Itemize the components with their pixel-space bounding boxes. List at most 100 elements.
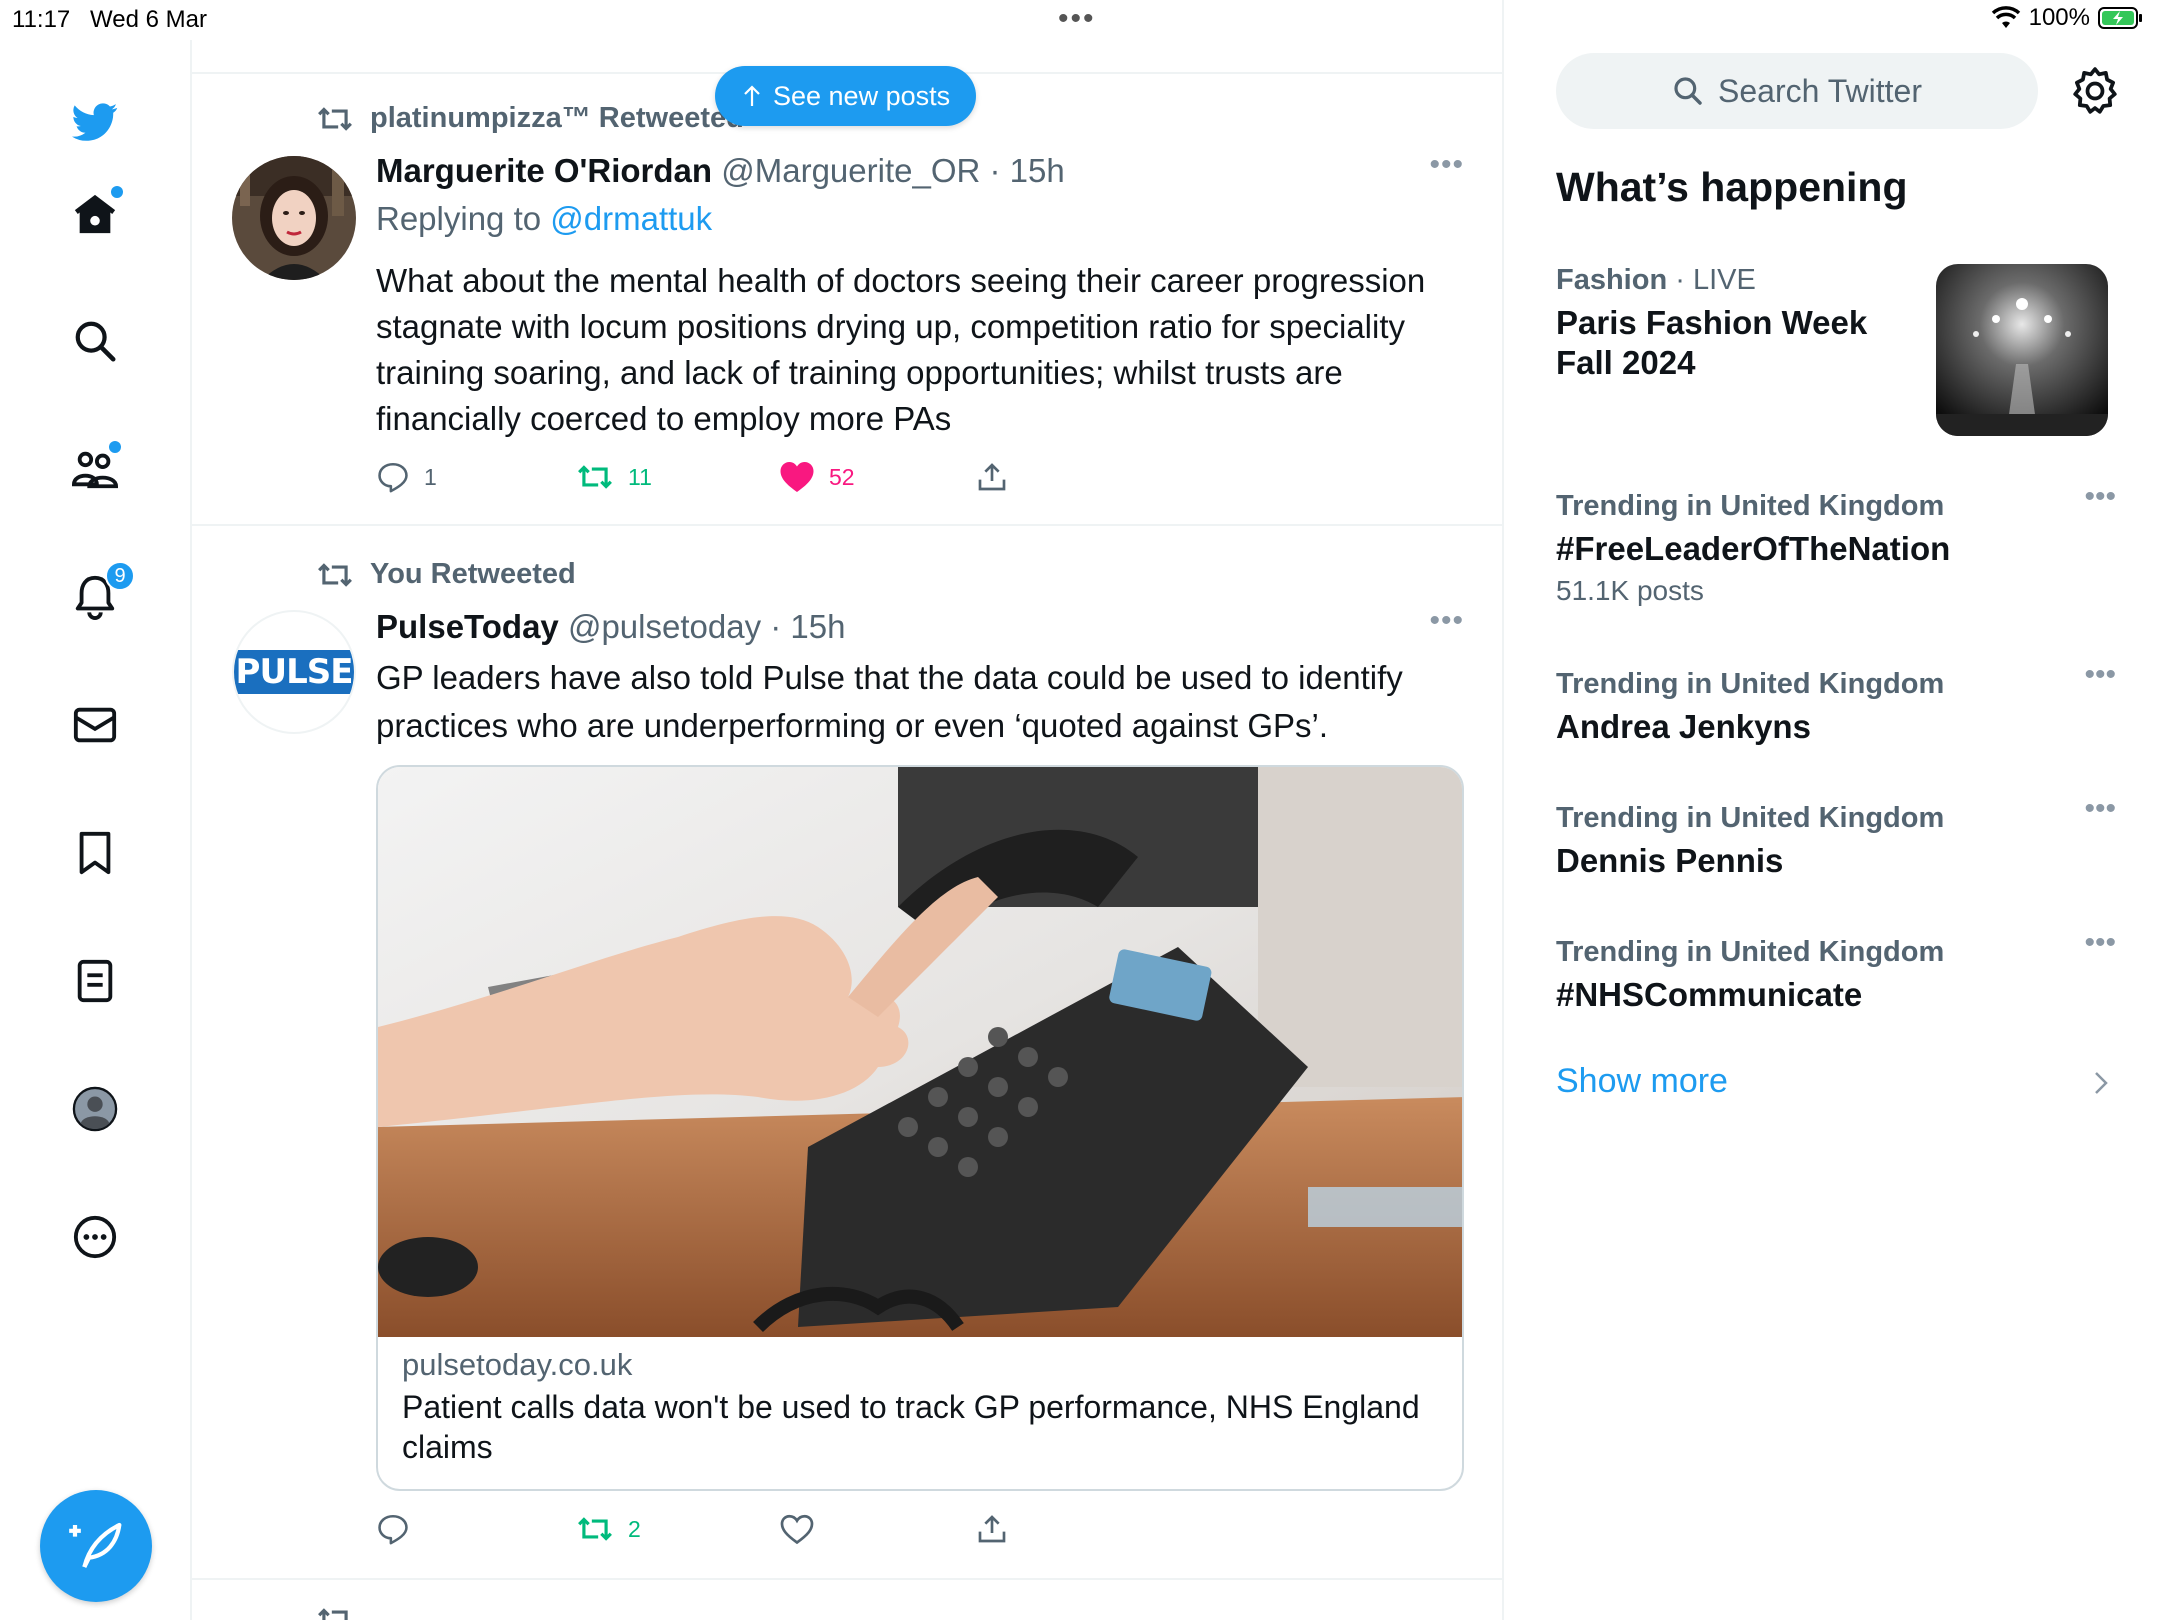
- trend-topic: Dennis Pennis: [1556, 842, 1784, 879]
- trend-category: Trending in United Kingdom: [1556, 802, 1945, 834]
- timeline: platinumpizza™ Retweeted Marguerite O'Ri…: [192, 0, 1504, 1620]
- bookmark-icon[interactable]: [63, 821, 127, 885]
- search-icon: [1674, 77, 1702, 105]
- trend-item[interactable]: Trending in United Kingdom Dennis Pennis…: [1556, 792, 2116, 881]
- link-card-image: [378, 767, 1462, 1337]
- author-name[interactable]: Marguerite O'Riordan: [376, 152, 712, 189]
- retweet-count: 11: [628, 463, 652, 490]
- status-time: 11:17: [12, 6, 71, 33]
- avatar[interactable]: PULSE: [232, 610, 356, 734]
- heart-icon: [780, 1514, 814, 1545]
- reply-button[interactable]: [376, 1512, 424, 1546]
- trend-category: Trending in United Kingdom: [1556, 490, 1945, 522]
- retweet-button[interactable]: 2: [576, 1512, 641, 1546]
- see-new-posts-label: See new posts: [773, 80, 951, 111]
- whats-happening-heading: What’s happening: [1556, 164, 1908, 210]
- retweet-context: platinumpizza™ Retweeted: [316, 102, 744, 135]
- retweeted-by[interactable]: You Retweeted: [370, 558, 576, 591]
- profile-icon[interactable]: [63, 1077, 127, 1141]
- more-options-icon[interactable]: •••: [2084, 480, 2116, 514]
- tweet-time[interactable]: · 15h: [770, 608, 845, 645]
- tweet[interactable]: [192, 1582, 1502, 1620]
- like-button[interactable]: [779, 1512, 829, 1546]
- replying-to-prefix: Replying to: [376, 200, 551, 237]
- search-icon[interactable]: [63, 309, 127, 373]
- trend-item[interactable]: Trending in United Kingdom Andrea Jenkyn…: [1556, 658, 2116, 747]
- settings-button[interactable]: [2070, 66, 2120, 116]
- trend-topic: Andrea Jenkyns: [1556, 708, 1811, 745]
- link-card-title: Patient calls data won't be used to trac…: [402, 1389, 1420, 1465]
- share-icon: [978, 1515, 1006, 1543]
- tweet-actions: 1 11 52: [376, 460, 1276, 500]
- trend-item[interactable]: Fashion · LIVE Paris Fashion Week Fall 2…: [1556, 264, 1916, 383]
- retweet-icon: [318, 106, 352, 131]
- notifications-badge: 9: [105, 561, 135, 591]
- retweet-button[interactable]: 11: [576, 460, 652, 494]
- more-options-icon[interactable]: •••: [1429, 604, 1464, 638]
- trend-topic: #FreeLeaderOfTheNation: [1556, 530, 1951, 567]
- tweet[interactable]: You Retweeted PULSE PulseToday @pulsetod…: [192, 528, 1502, 1580]
- tweet[interactable]: platinumpizza™ Retweeted Marguerite O'Ri…: [192, 74, 1502, 526]
- link-card-domain: pulsetoday.co.uk: [402, 1347, 633, 1382]
- avatar[interactable]: [232, 156, 356, 280]
- reply-button[interactable]: 1: [376, 460, 437, 494]
- retweet-icon: [318, 562, 352, 587]
- retweet-icon: [318, 1608, 348, 1620]
- author-handle[interactable]: @pulsetoday: [568, 608, 761, 645]
- like-button[interactable]: 52: [779, 460, 855, 494]
- lists-icon[interactable]: [63, 949, 127, 1013]
- share-button[interactable]: [976, 460, 1008, 494]
- link-card[interactable]: pulsetoday.co.uk Patient calls data won'…: [376, 765, 1464, 1491]
- twitter-logo-icon[interactable]: [63, 90, 127, 154]
- compose-button[interactable]: [40, 1490, 152, 1602]
- retweet-count: 2: [628, 1515, 641, 1542]
- reply-icon: [378, 462, 408, 493]
- more-circle-icon[interactable]: [63, 1205, 127, 1269]
- sidebar: Search Twitter What’s happening Fashion …: [1506, 0, 2160, 1620]
- status-date: Wed 6 Mar: [90, 6, 207, 33]
- author-handle[interactable]: @Marguerite_OR: [721, 152, 980, 189]
- reply-icon: [378, 1514, 408, 1545]
- more-options-icon[interactable]: •••: [2084, 792, 2116, 826]
- replying-to-link[interactable]: @drmattuk: [550, 200, 712, 237]
- search-input[interactable]: Search Twitter: [1556, 53, 2038, 129]
- more-options-icon[interactable]: •••: [2084, 658, 2116, 692]
- compose-icon: [69, 1522, 122, 1568]
- trend-topic: Paris Fashion Week Fall 2024: [1556, 304, 1868, 381]
- more-options-icon[interactable]: •••: [2084, 926, 2116, 960]
- trend-category: Trending in United Kingdom: [1556, 936, 1945, 968]
- more-options-icon[interactable]: •••: [1429, 148, 1464, 182]
- trend-item[interactable]: Trending in United Kingdom #FreeLeaderOf…: [1556, 480, 2116, 607]
- tweet-header: PulseToday @pulsetoday · 15h: [376, 608, 845, 646]
- show-more-link[interactable]: Show more: [1556, 1062, 1728, 1101]
- replying-to: Replying to @drmattuk: [376, 200, 712, 238]
- share-icon: [978, 463, 1006, 491]
- see-new-posts-button[interactable]: See new posts: [715, 66, 977, 126]
- chevron-right-icon[interactable]: [2086, 1068, 2116, 1098]
- tweet-text: GP leaders have also told Pulse that the…: [376, 659, 1403, 744]
- retweeted-by[interactable]: platinumpizza™ Retweeted: [370, 102, 744, 135]
- search-placeholder: Search Twitter: [1718, 72, 1922, 109]
- trend-item[interactable]: Trending in United Kingdom #NHSCommunica…: [1556, 926, 2116, 1015]
- left-navigation: 9: [0, 40, 192, 1620]
- mail-icon[interactable]: [63, 693, 127, 757]
- arrow-up-icon: [744, 85, 760, 106]
- retweet-icon: [578, 465, 612, 489]
- tweet-time[interactable]: · 15h: [990, 152, 1065, 189]
- trend-thumbnail[interactable]: [1936, 264, 2108, 436]
- trend-topic: #NHSCommunicate: [1556, 976, 1863, 1013]
- author-name[interactable]: PulseToday: [376, 608, 559, 645]
- reply-count: 1: [424, 463, 437, 490]
- pulse-logo: PULSE: [234, 650, 354, 694]
- heart-filled-icon: [780, 462, 814, 492]
- trend-category: Fashion: [1556, 264, 1668, 296]
- trend-live: · LIVE: [1667, 264, 1756, 296]
- retweet-context: [316, 1604, 354, 1620]
- home-icon[interactable]: [63, 182, 127, 246]
- home-unread-dot: [111, 186, 123, 198]
- like-count: 52: [829, 463, 855, 490]
- communities-icon[interactable]: [63, 437, 127, 501]
- share-button[interactable]: [976, 1512, 1008, 1546]
- tweet-actions: 2: [376, 1512, 1276, 1552]
- bell-icon[interactable]: 9: [63, 561, 135, 629]
